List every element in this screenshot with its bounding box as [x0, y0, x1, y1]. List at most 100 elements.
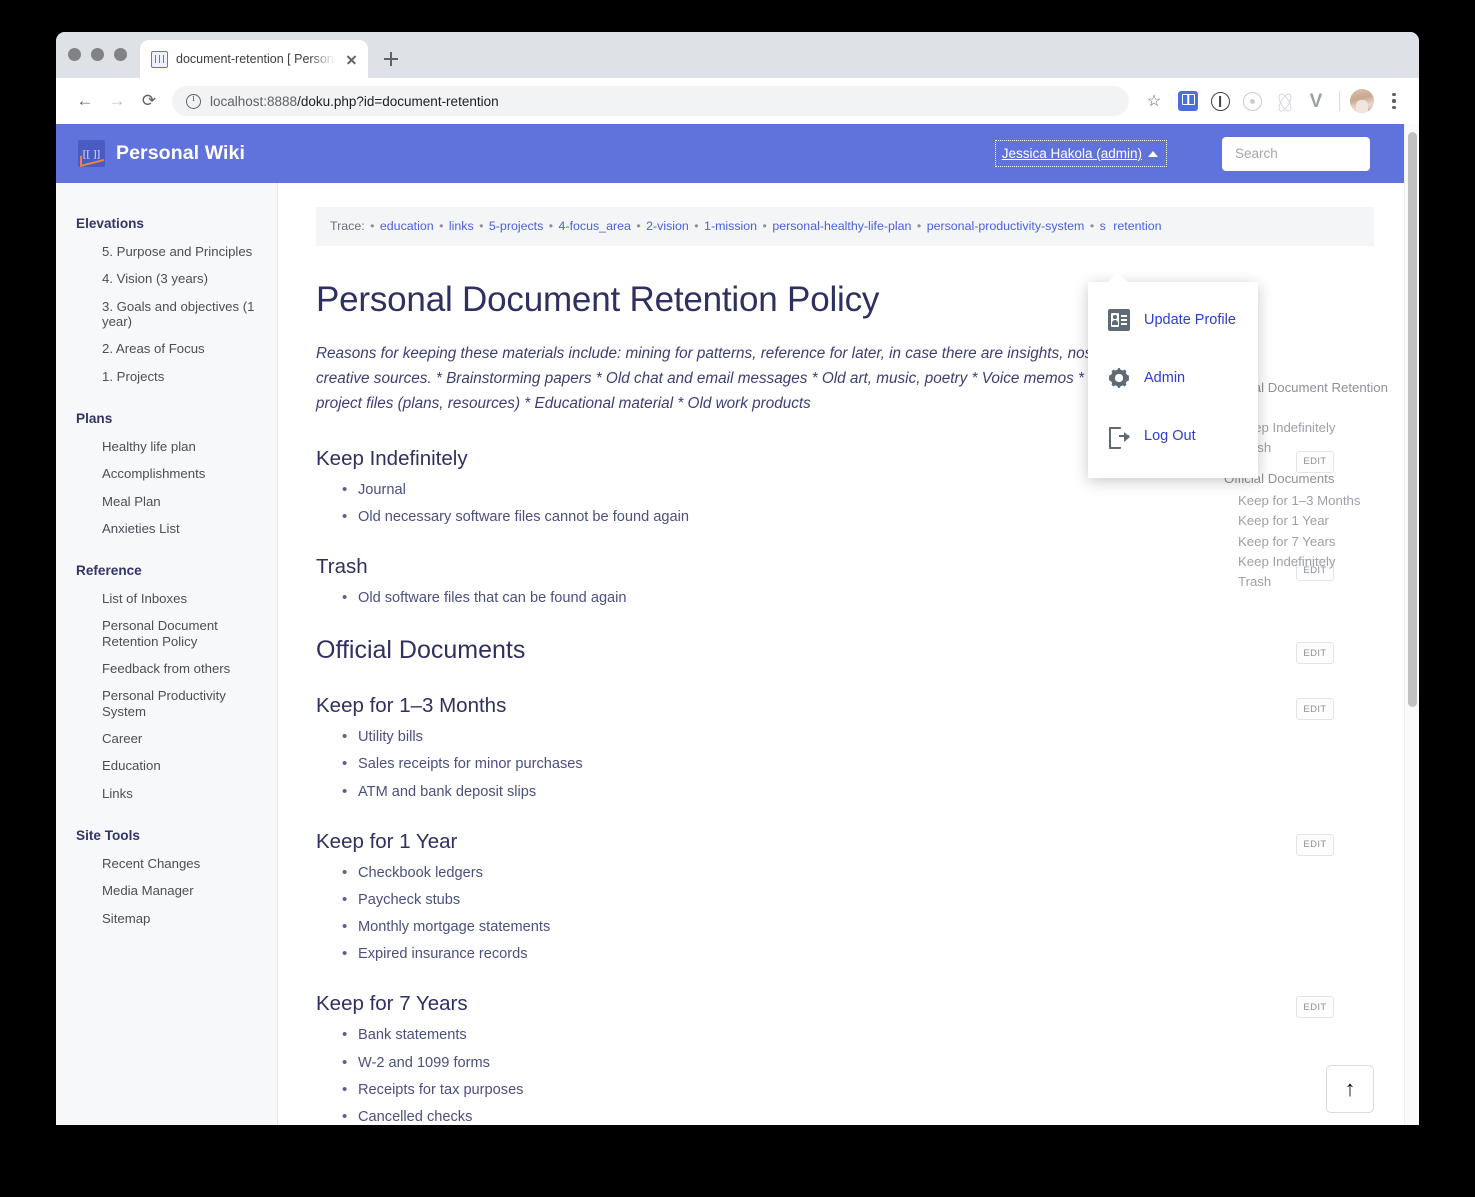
breadcrumb-item-personal-healthy-life-plan[interactable]: personal-healthy-life-plan — [772, 219, 911, 233]
url-path: /doku.php?id=document-retention — [297, 93, 499, 109]
browser-tab-title: document-retention [ Personal — [176, 52, 335, 66]
list-item: Sales receipts for minor purchases — [342, 753, 1334, 775]
url-host: localhost:8888 — [210, 93, 298, 109]
page-scrollbar[interactable] — [1404, 124, 1419, 1125]
new-tab-button[interactable] — [377, 45, 405, 73]
section-edit-button[interactable]: EDIT — [1296, 996, 1334, 1019]
menu-item-label: Admin — [1144, 370, 1186, 386]
breadcrumb-item-1-mission[interactable]: 1-mission — [704, 219, 757, 233]
sidebar-item-media-manager[interactable]: Media Manager — [56, 883, 277, 898]
menu-item-log-out[interactable]: Log Out — [1088, 416, 1258, 456]
dokuwiki-favicon-icon — [151, 50, 168, 68]
extension-book-icon[interactable] — [1175, 88, 1201, 114]
sidebar-item-accomplishments[interactable]: Accomplishments — [56, 466, 277, 481]
sidebar-item-projects[interactable]: 1. Projects — [56, 369, 277, 384]
breadcrumb-item-2-vision[interactable]: 2-vision — [646, 219, 689, 233]
toc-item-keep-1-year[interactable]: Keep for 1 Year — [1212, 511, 1390, 531]
sidebar-item-links[interactable]: Links — [56, 786, 277, 801]
sidebar-heading-elevations: Elevations — [76, 216, 144, 231]
section-heading: Official Documents — [316, 636, 526, 665]
section-list: Journal Old necessary software files can… — [316, 479, 1334, 528]
extension-exclamation-icon[interactable] — [1207, 88, 1233, 114]
forward-button[interactable]: → — [102, 86, 132, 116]
list-item: Journal — [342, 479, 1334, 501]
sidebar-item-meal-plan[interactable]: Meal Plan — [56, 494, 277, 509]
sidebar-item-goals-objectives[interactable]: 3. Goals and objectives (1 year) — [56, 299, 277, 330]
list-item: W-2 and 1099 forms — [342, 1052, 1334, 1074]
breadcrumb-item-5-projects[interactable]: 5-projects — [489, 219, 543, 233]
toc-item-keep-1-3-months[interactable]: Keep for 1–3 Months — [1212, 491, 1390, 511]
section-keep-7-years: EDIT Keep for 7 Years Bank statements W-… — [316, 992, 1334, 1125]
sidebar-item-career[interactable]: Career — [56, 731, 277, 746]
search-input[interactable] — [1233, 145, 1359, 162]
sidebar-item-anxieties-list[interactable]: Anxieties List — [56, 521, 277, 536]
sidebar-heading-plans: Plans — [76, 410, 113, 426]
breadcrumb-item-retention[interactable]: retention — [1113, 219, 1161, 233]
sidebar-item-document-retention-policy[interactable]: Personal Document Retention Policy — [56, 618, 277, 649]
list-item: Old software files that can be found aga… — [342, 587, 1334, 609]
page-scrollbar-thumb[interactable] — [1408, 132, 1417, 707]
menu-item-admin[interactable]: Admin — [1088, 358, 1258, 398]
toc-item-trash-2[interactable]: Trash — [1212, 572, 1390, 592]
wiki-header: [[ ]] Personal Wiki Jessica Hakola (admi… — [56, 124, 1404, 183]
user-menu-dropdown: Update Profile Admin Log Out — [1088, 273, 1258, 478]
chevron-up-icon — [1148, 150, 1158, 157]
breadcrumb-item-personal-productivity-system[interactable]: personal-productivity-system — [927, 219, 1085, 233]
sidebar-item-personal-productivity-system[interactable]: Personal Productivity System — [56, 688, 277, 719]
sidebar-item-sitemap[interactable]: Sitemap — [56, 911, 277, 926]
sidebar-item-healthy-life-plan[interactable]: Healthy life plan — [56, 439, 277, 454]
breadcrumb-item-education[interactable]: education — [380, 219, 434, 233]
search-box[interactable] — [1222, 136, 1370, 171]
list-item: Expired insurance records — [342, 943, 1334, 965]
browser-menu-icon[interactable] — [1381, 88, 1407, 114]
section-edit-button[interactable]: EDIT — [1296, 833, 1334, 856]
sidebar-item-vision[interactable]: 4. Vision (3 years) — [56, 271, 277, 286]
maximize-window-button[interactable] — [114, 48, 127, 61]
section-trash: EDIT Trash Old software files that can b… — [316, 555, 1334, 609]
toc-item-keep-indefinitely-2[interactable]: Keep Indefinitely — [1212, 552, 1390, 572]
section-edit-button[interactable]: EDIT — [1296, 642, 1334, 665]
page-intro-paragraph: Reasons for keeping these materials incl… — [316, 345, 1134, 412]
wiki-logo[interactable]: [[ ]] Personal Wiki — [78, 140, 245, 167]
sidebar-item-areas-of-focus[interactable]: 2. Areas of Focus — [56, 341, 277, 356]
site-info-icon[interactable] — [186, 93, 201, 109]
breadcrumb: Trace: • education • links • 5-projects … — [316, 207, 1374, 247]
section-official-documents: EDIT Official Documents — [316, 636, 1334, 665]
section-edit-button[interactable]: EDIT — [1296, 698, 1334, 721]
toc-item-keep-7-years[interactable]: Keep for 7 Years — [1212, 532, 1390, 552]
list-item: ATM and bank deposit slips — [342, 781, 1334, 803]
list-item: Paycheck stubs — [342, 889, 1334, 911]
browser-tab-strip: document-retention [ Personal — [56, 32, 1419, 78]
list-item: Checkbook ledgers — [342, 862, 1334, 884]
close-window-button[interactable] — [68, 48, 81, 61]
back-to-top-button[interactable]: ↑ — [1326, 1065, 1374, 1113]
browser-tab[interactable]: document-retention [ Personal — [140, 40, 368, 78]
menu-item-update-profile[interactable]: Update Profile — [1088, 300, 1258, 340]
breadcrumb-item-s[interactable]: s — [1100, 219, 1106, 233]
url-input[interactable]: localhost:8888/doku.php?id=document-rete… — [172, 86, 1129, 116]
bookmark-star-icon[interactable]: ☆ — [1139, 86, 1169, 116]
extension-react-icon[interactable] — [1271, 88, 1297, 114]
menu-item-label: Log Out — [1144, 428, 1196, 444]
section-heading: Keep for 7 Years — [316, 992, 468, 1016]
gear-icon — [1108, 367, 1130, 389]
user-menu-trigger[interactable]: Jessica Hakola (admin) — [994, 140, 1167, 167]
sidebar-item-feedback-from-others[interactable]: Feedback from others — [56, 661, 277, 676]
breadcrumb-item-4-focus-area[interactable]: 4-focus_area — [559, 219, 631, 233]
section-heading: Trash — [316, 555, 368, 579]
breadcrumb-item-links[interactable]: links — [449, 219, 474, 233]
sidebar-item-recent-changes[interactable]: Recent Changes — [56, 856, 277, 871]
back-button[interactable]: ← — [70, 86, 100, 116]
sidebar-item-purpose-principles[interactable]: 5. Purpose and Principles — [56, 244, 277, 259]
extension-v-icon[interactable]: V — [1303, 88, 1329, 114]
sidebar-item-list-of-inboxes[interactable]: List of Inboxes — [56, 591, 277, 606]
sidebar-item-education[interactable]: Education — [56, 758, 277, 773]
extension-target-icon[interactable] — [1239, 88, 1265, 114]
close-tab-icon[interactable] — [343, 51, 360, 68]
reload-button[interactable]: ⟳ — [134, 86, 164, 116]
breadcrumb-label: Trace: — [330, 219, 365, 233]
minimize-window-button[interactable] — [91, 48, 104, 61]
list-item: Utility bills — [342, 726, 1334, 748]
profile-avatar[interactable] — [1350, 89, 1374, 113]
sidebar-heading-site-tools: Site Tools — [76, 827, 140, 843]
